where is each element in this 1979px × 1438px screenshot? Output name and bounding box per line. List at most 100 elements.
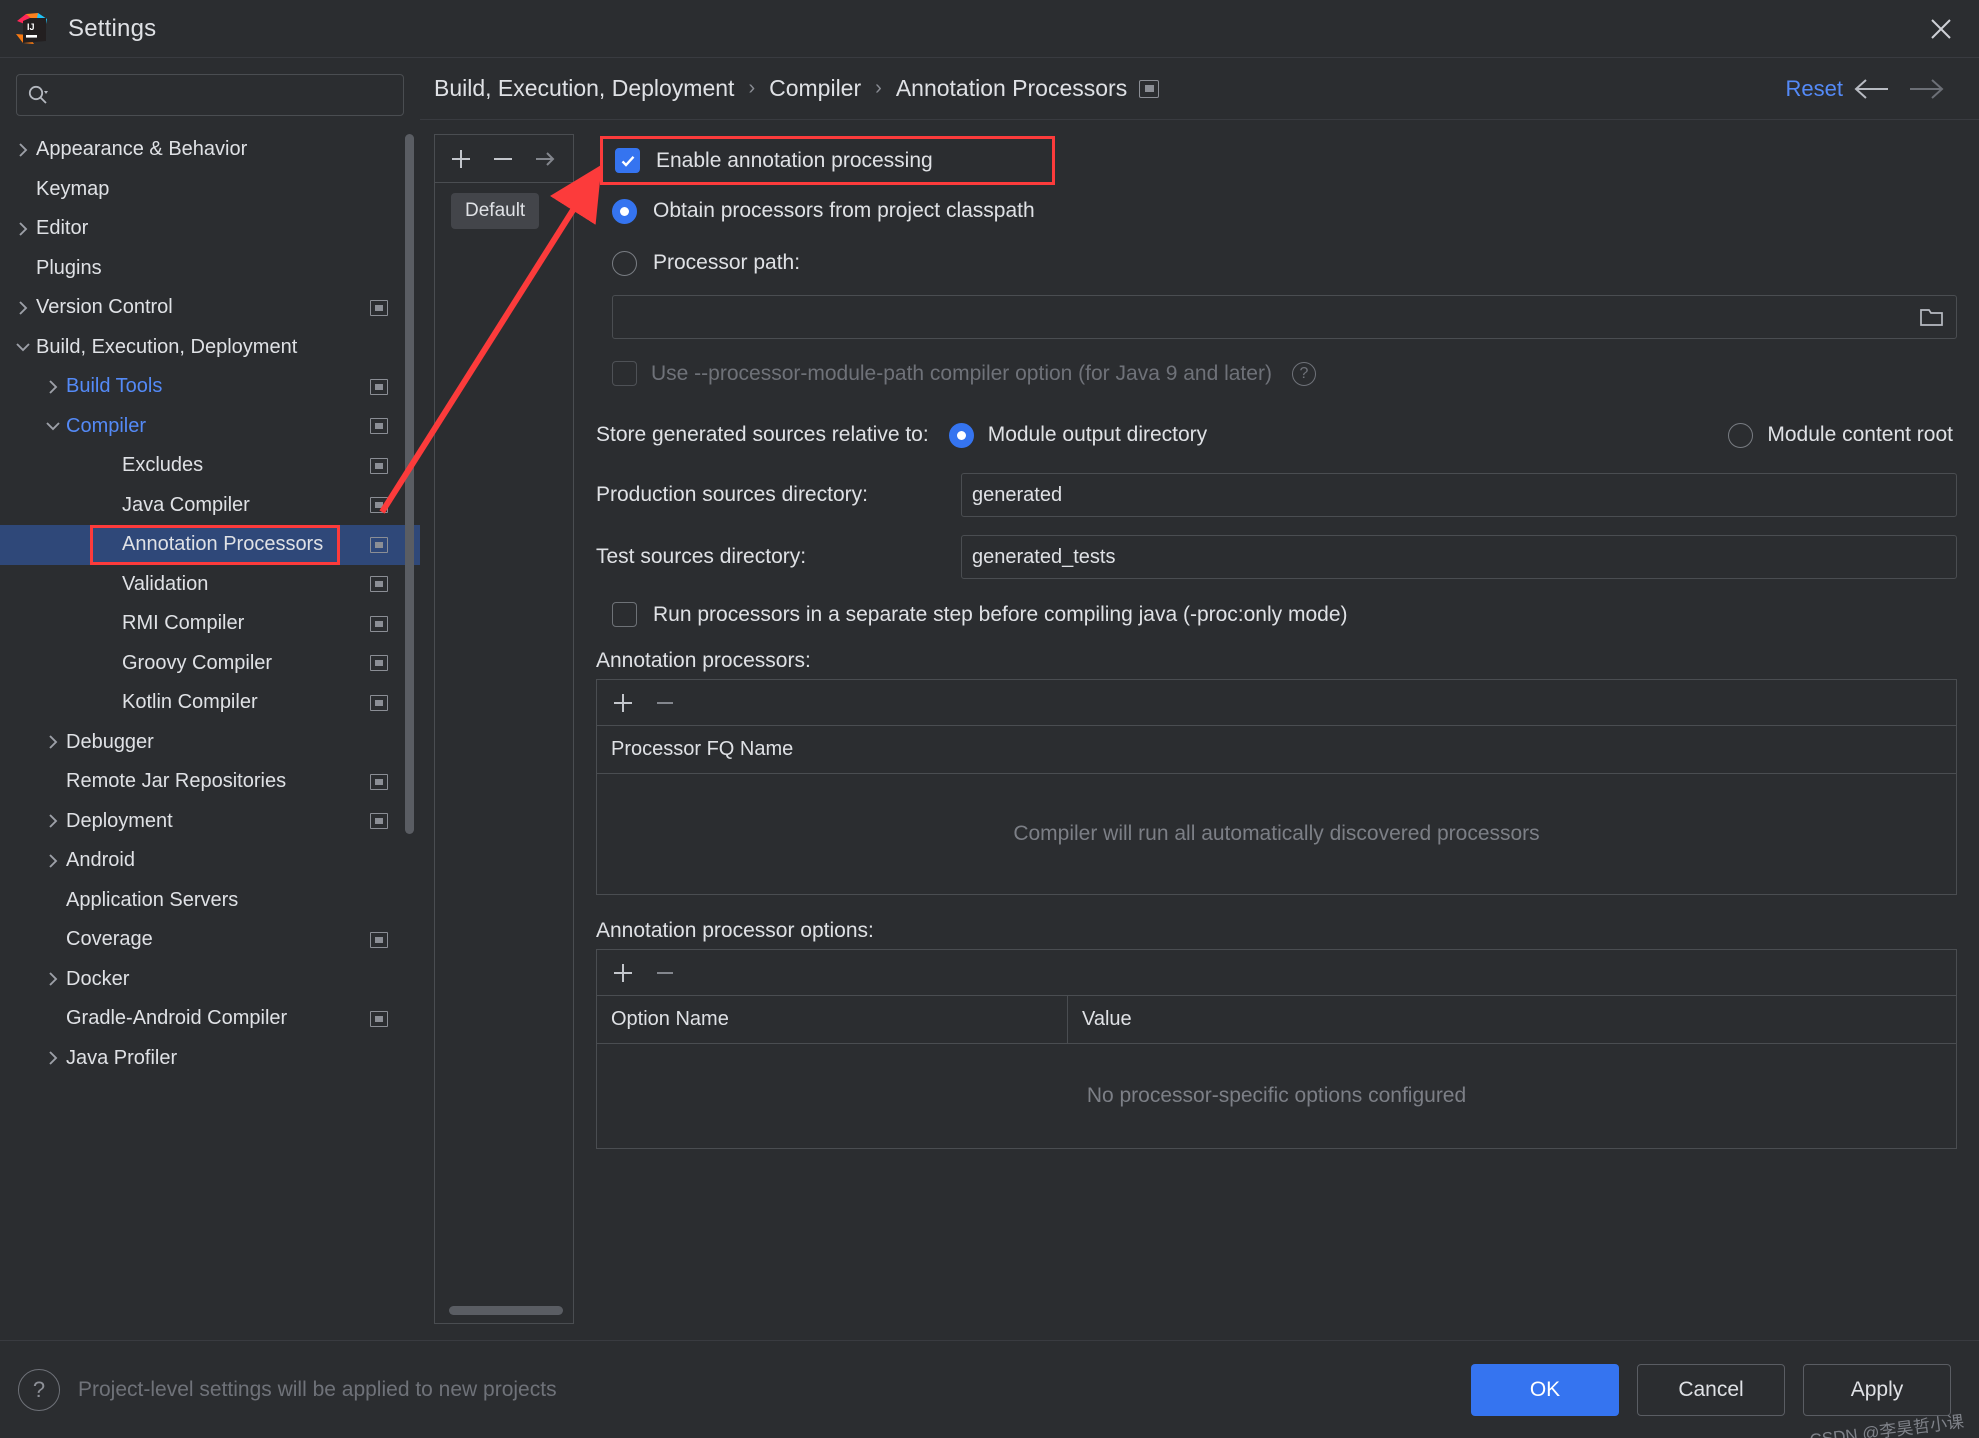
module-list-hscrollbar[interactable] [449,1306,563,1315]
settings-content: Default Enable annotation processing Obt… [420,120,1979,1340]
options-table-body[interactable]: No processor-specific options configured [597,1044,1956,1148]
sidebar-item-label: Application Servers [66,888,239,911]
copy-to-module-icon[interactable] [525,139,565,179]
sidebar-item-kotlin-compiler[interactable]: Kotlin Compiler [0,683,420,723]
sidebar-item-docker[interactable]: Docker [0,960,420,1000]
sidebar-scrollbar[interactable] [405,134,414,834]
processors-table-body[interactable]: Compiler will run all automatically disc… [597,774,1956,894]
processor-module-path-checkbox[interactable] [612,361,637,386]
chevron-right-icon[interactable] [40,378,66,396]
plus-icon[interactable] [441,139,481,179]
sidebar-item-remote-jar-repositories[interactable]: Remote Jar Repositories [0,762,420,802]
sidebar-item-plugins[interactable]: Plugins [0,249,420,289]
plus-icon[interactable] [603,953,643,993]
chevron-right-icon[interactable] [10,141,36,159]
project-scope-badge-icon [370,457,388,474]
sidebar-item-excludes[interactable]: Excludes [0,446,420,486]
project-scope-badge-icon [370,655,388,672]
chevron-right-icon[interactable] [10,299,36,317]
sidebar-item-editor[interactable]: Editor [0,209,420,249]
arrow-left-icon[interactable] [1843,76,1899,102]
sidebar-item-label: Plugins [36,256,102,279]
module-item-default[interactable]: Default [451,193,540,229]
processor-path-row[interactable]: Processor path: [612,237,1957,289]
breadcrumb-part[interactable]: Build, Execution, Deployment [434,75,734,102]
sidebar-item-deployment[interactable]: Deployment [0,802,420,842]
processor-module-path-row[interactable]: Use --processor-module-path compiler opt… [612,361,1957,386]
settings-tree[interactable]: Appearance & Behavior Keymap Editor Plugins… [0,124,420,1340]
settings-sidebar: Appearance & Behavior Keymap Editor Plugins… [0,58,420,1340]
chevron-right-icon[interactable] [40,852,66,870]
sidebar-item-application-servers[interactable]: Application Servers [0,881,420,921]
sidebar-item-label: Keymap [36,177,110,200]
chevron-right-icon[interactable] [40,733,66,751]
module-toolbar [435,135,573,183]
sidebar-item-validation[interactable]: Validation [0,565,420,605]
module-content-root-label: Module content root [1767,423,1953,446]
production-sources-input[interactable]: generated [961,473,1957,517]
ok-button[interactable]: OK [1471,1363,1619,1416]
obtain-from-classpath-radio[interactable] [612,198,637,224]
sidebar-item-groovy-compiler[interactable]: Groovy Compiler [0,644,420,684]
chevron-right-icon[interactable] [40,1049,66,1067]
breadcrumb-part[interactable]: Compiler [769,75,861,102]
sidebar-item-appearance-behavior[interactable]: Appearance & Behavior [0,130,420,170]
sidebar-item-annotation-processors[interactable]: Annotation Processors [0,525,420,565]
sidebar-item-label: Docker [66,967,130,990]
test-sources-input[interactable]: generated_tests [961,535,1957,579]
minus-icon[interactable] [483,139,523,179]
enable-annotation-processing-row[interactable]: Enable annotation processing [600,136,1055,185]
production-sources-label: Production sources directory: [596,483,868,506]
chevron-down-icon[interactable] [10,338,36,356]
production-sources-value: generated [972,483,1063,506]
chevron-down-icon[interactable] [40,417,66,435]
chevron-right-icon[interactable] [40,812,66,830]
project-scope-badge-icon [370,576,388,593]
chevron-right-icon[interactable] [40,970,66,988]
apply-button[interactable]: Apply [1803,1363,1951,1416]
module-content-root-radio[interactable] [1728,422,1754,448]
sidebar-item-compiler[interactable]: Compiler [0,407,420,447]
separate-step-checkbox[interactable] [612,602,637,627]
module-list-panel: Default [434,134,574,1324]
sidebar-item-build-tools[interactable]: Build Tools [0,367,420,407]
minus-icon[interactable] [645,683,685,723]
sidebar-item-label: Deployment [66,809,173,832]
module-output-directory-radio[interactable] [948,422,974,448]
folder-icon[interactable] [1918,305,1946,329]
sidebar-item-build-execution-deployment[interactable]: Build, Execution, Deployment [0,328,420,368]
column-header-option-name[interactable]: Option Name [597,996,1067,1043]
sidebar-item-rmi-compiler[interactable]: RMI Compiler [0,604,420,644]
sidebar-item-version-control[interactable]: Version Control [0,288,420,328]
column-header-processor-fq-name[interactable]: Processor FQ Name [597,726,1956,773]
sidebar-item-coverage[interactable]: Coverage [0,920,420,960]
enable-annotation-processing-checkbox[interactable] [615,148,640,173]
reset-button[interactable]: Reset [1786,76,1843,102]
sidebar-item-label: Validation [122,572,209,595]
chevron-right-icon[interactable] [10,220,36,238]
sidebar-item-android[interactable]: Android [0,841,420,881]
question-mark-icon[interactable]: ? [18,1368,60,1411]
sidebar-item-keymap[interactable]: Keymap [0,170,420,210]
separate-step-row[interactable]: Run processors in a separate step before… [612,602,1957,627]
sidebar-item-gradle-android-compiler[interactable]: Gradle-Android Compiler [0,999,420,1039]
processor-path-input[interactable] [612,295,1957,339]
module-list[interactable]: Default [435,183,573,1323]
search-icon [27,84,49,106]
cancel-button[interactable]: Cancel [1637,1363,1785,1416]
breadcrumb-part[interactable]: Annotation Processors [896,75,1127,102]
minus-icon[interactable] [645,953,685,993]
question-mark-icon[interactable]: ? [1291,361,1316,386]
obtain-from-classpath-row[interactable]: Obtain processors from project classpath [612,185,1957,237]
processor-path-radio[interactable] [612,250,637,276]
sidebar-item-debugger[interactable]: Debugger [0,723,420,763]
search-box[interactable] [16,74,404,116]
plus-icon[interactable] [603,683,643,723]
sidebar-item-java-compiler[interactable]: Java Compiler [0,486,420,526]
sidebar-item-java-profiler[interactable]: Java Profiler [0,1039,420,1079]
arrow-right-icon[interactable] [1899,76,1955,102]
close-icon[interactable] [1921,9,1961,49]
search-input[interactable] [49,86,393,104]
column-header-value[interactable]: Value [1067,996,1956,1043]
project-scope-badge-icon [370,378,388,395]
